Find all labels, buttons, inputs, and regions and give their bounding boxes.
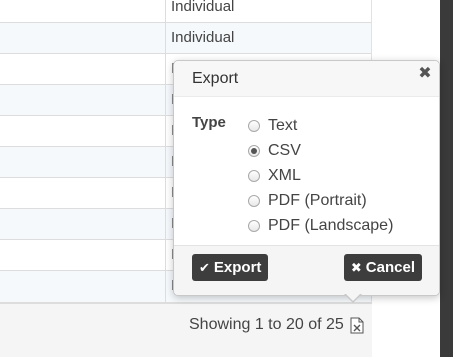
radio-option-text[interactable]: Text <box>248 113 393 138</box>
radio-button[interactable] <box>248 194 260 207</box>
radio-option-pdf-portrait[interactable]: PDF (Portrait) <box>248 188 393 213</box>
radio-button[interactable] <box>248 119 260 132</box>
table-row: Individual <box>0 23 372 54</box>
scrollbar[interactable] <box>440 0 453 357</box>
popover-footer: ✔ Export ✖ Cancel <box>174 245 439 295</box>
export-button[interactable]: ✔ Export <box>192 254 269 281</box>
cancel-button[interactable]: ✖ Cancel <box>343 254 422 281</box>
radio-button[interactable] <box>248 144 260 157</box>
cancel-button-label: Cancel <box>365 259 415 276</box>
table-cell-type: Individual <box>171 29 235 46</box>
check-icon: ✔ <box>199 259 210 275</box>
radio-label: CSV <box>268 141 301 159</box>
radio-label: XML <box>268 166 301 184</box>
export-button-label: Export <box>213 259 262 276</box>
radio-label: PDF (Landscape) <box>268 216 394 234</box>
table-cell-type: Individual <box>171 0 235 15</box>
popover-arrow <box>344 293 362 303</box>
radio-option-csv[interactable]: CSV <box>248 138 393 163</box>
radio-button[interactable] <box>248 219 260 232</box>
radio-label: PDF (Portrait) <box>268 191 367 209</box>
radio-option-xml[interactable]: XML <box>248 163 393 188</box>
radio-label: Text <box>268 116 298 134</box>
export-popover: Export ✖ Type Text CSV XML PDF (Portrait… <box>173 60 440 303</box>
popover-title: Export <box>192 70 239 87</box>
popover-header: Export ✖ <box>174 61 439 97</box>
file-excel-icon[interactable] <box>350 317 364 334</box>
pagination-info: Showing 1 to 20 of 25 <box>189 316 344 333</box>
close-icon[interactable]: ✖ <box>418 66 432 82</box>
table-row: Individual <box>0 0 372 23</box>
table-footer: Showing 1 to 20 of 25 <box>0 303 372 357</box>
type-label: Type <box>192 114 226 131</box>
radio-option-pdf-landscape[interactable]: PDF (Landscape) <box>248 213 393 238</box>
export-type-options: Text CSV XML PDF (Portrait) PDF (Landsca… <box>248 113 393 238</box>
radio-button[interactable] <box>248 169 260 182</box>
close-icon: ✖ <box>350 259 362 275</box>
